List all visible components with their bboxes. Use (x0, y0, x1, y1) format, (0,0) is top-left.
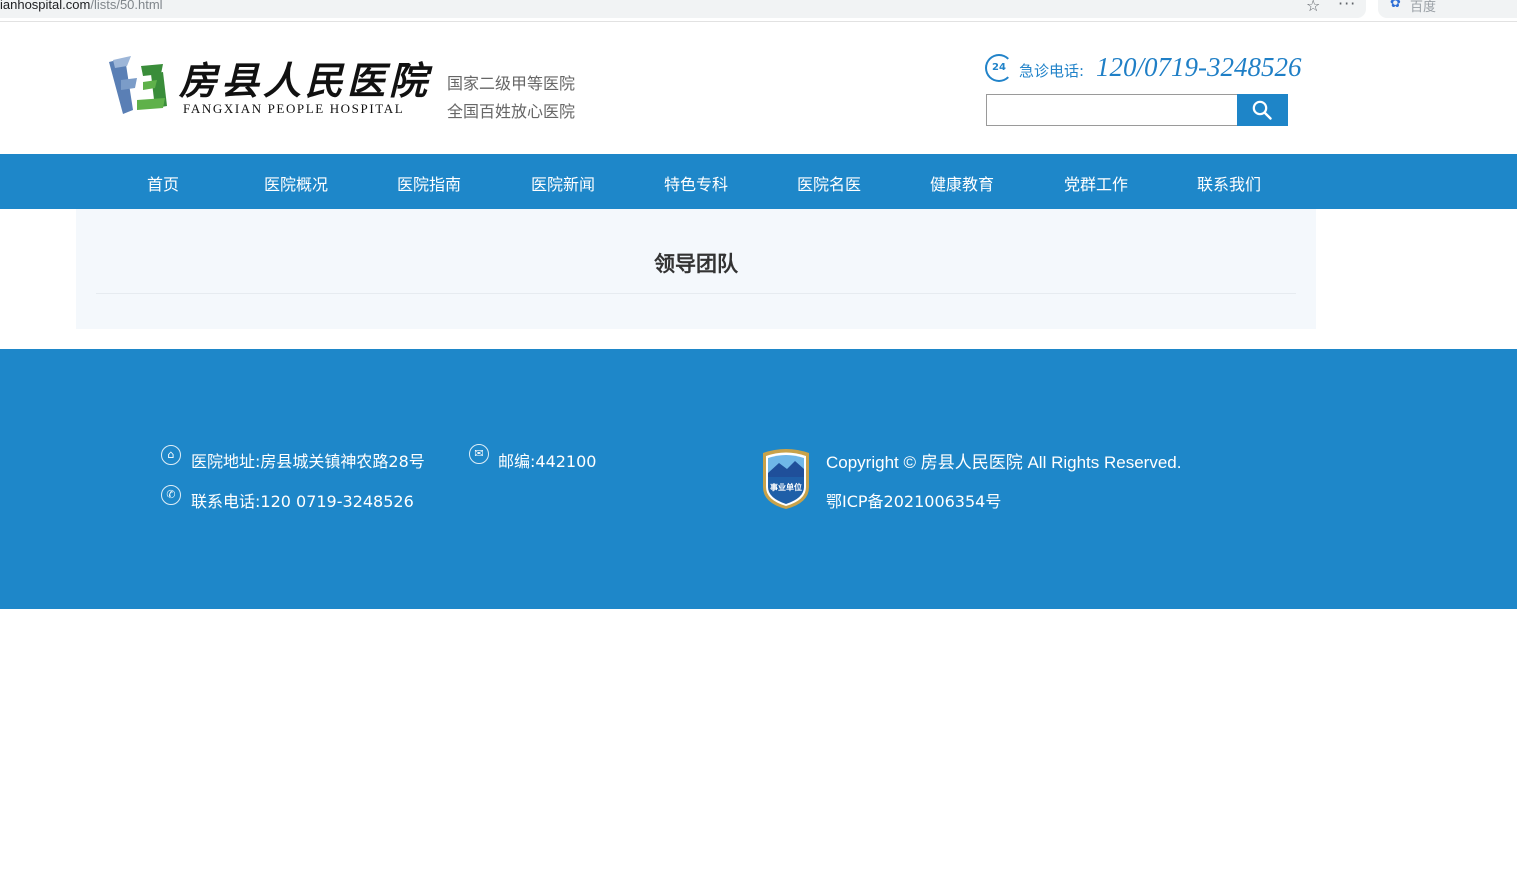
nav-item-health-education[interactable]: 健康教育 (902, 171, 1022, 195)
public-institution-badge-icon[interactable]: 事业单位 (759, 447, 813, 511)
mail-icon: ✉ (469, 444, 489, 464)
footer: ⌂ 医院地址:房县城关镇神农路28号 ✉ 邮编:442100 ✆ 联系电话:12… (0, 349, 1517, 609)
footer-copyright: Copyright © 房县人民医院 All Rights Reserved. (826, 453, 1182, 472)
location-icon: ⌂ (161, 445, 181, 465)
search-icon (1252, 100, 1272, 120)
hospital-logo[interactable]: 房县人民医院 FANGXIAN PEOPLE HOSPITAL (107, 52, 427, 118)
logo-english-name: FANGXIAN PEOPLE HOSPITAL (183, 101, 405, 116)
page-title: 领导团队 (654, 252, 738, 276)
footer-icp-link[interactable]: 鄂ICP备2021006354号 (826, 488, 1001, 512)
logo-chinese-name: 房县人民医院 (179, 58, 432, 103)
sidebar-tab-label: 百度 (1410, 0, 1437, 15)
slogan-line-1: 国家二级甲等医院 (447, 74, 576, 93)
nav-item-guide[interactable]: 医院指南 (369, 171, 489, 195)
more-icon[interactable]: ··· (1338, 0, 1356, 13)
footer-phone: 联系电话:120 0719-3248526 (191, 492, 414, 511)
nav-item-doctors[interactable]: 医院名医 (769, 171, 889, 195)
paw-icon: ✿ (1390, 0, 1401, 11)
star-icon[interactable]: ☆ (1306, 0, 1320, 15)
nav-item-news[interactable]: 医院新闻 (503, 171, 623, 195)
sidebar-tab-baidu[interactable]: ✿ 百度 (1378, 0, 1517, 18)
slogan-line-2: 全国百姓放心医院 (447, 102, 576, 121)
main-nav: 首页 医院概况 医院指南 医院新闻 特色专科 医院名医 健康教育 党群工作 联系… (0, 154, 1517, 209)
hotline-number: 120/0719-3248526 (1096, 52, 1302, 82)
nav-item-overview[interactable]: 医院概况 (236, 171, 356, 195)
hotline-label: 急诊电话: (1019, 62, 1085, 80)
url-host: ianhospital.com (0, 0, 91, 12)
url-text[interactable]: ianhospital.com/lists/50.html (0, 0, 163, 12)
footer-address: 医院地址:房县城关镇神农路28号 (191, 452, 425, 471)
badge-text: 事业单位 (770, 482, 802, 492)
url-path: /lists/50.html (90, 0, 163, 12)
footer-postcode: 邮编:442100 (498, 452, 597, 471)
content-area: 领导团队 (76, 209, 1316, 329)
clock-24-icon: 24 (985, 54, 1013, 82)
search-input[interactable] (986, 94, 1238, 126)
emergency-hotline: 24 急诊电话: 120/0719-3248526 (985, 52, 1302, 84)
phone-icon: ✆ (161, 485, 181, 505)
address-bar[interactable]: ianhospital.com/lists/50.html ☆ ··· (0, 0, 1366, 18)
nav-item-contact[interactable]: 联系我们 (1169, 171, 1289, 195)
logo-mark-icon (109, 56, 167, 114)
search-button[interactable] (1237, 94, 1288, 126)
nav-item-home[interactable]: 首页 (103, 171, 223, 195)
title-divider (96, 293, 1296, 294)
nav-item-party-work[interactable]: 党群工作 (1036, 171, 1156, 195)
nav-item-specialties[interactable]: 特色专科 (636, 171, 756, 195)
browser-chrome: ianhospital.com/lists/50.html ☆ ··· ✿ 百度 (0, 0, 1517, 22)
